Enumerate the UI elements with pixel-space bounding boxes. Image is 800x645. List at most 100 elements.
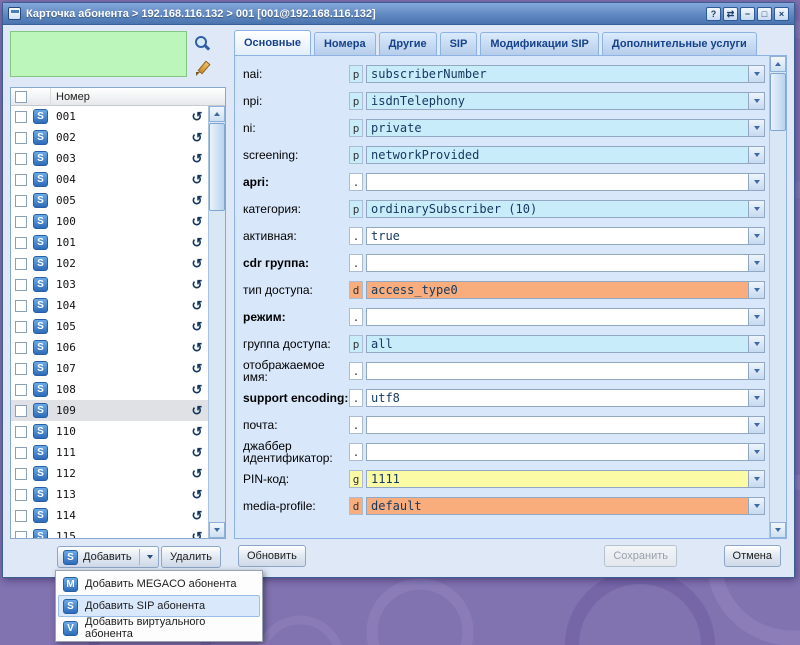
number-column-header[interactable]: Номер	[51, 88, 225, 105]
subscriber-row[interactable]: S102↺	[11, 253, 208, 274]
subscriber-row[interactable]: S002↺	[11, 127, 208, 148]
tab-1[interactable]: Основные	[234, 30, 311, 55]
history-icon[interactable]: ↺	[186, 109, 208, 125]
field-input[interactable]: access_type0	[366, 281, 748, 299]
help-button[interactable]: ?	[706, 7, 721, 21]
row-checkbox[interactable]	[15, 384, 27, 396]
subscriber-row[interactable]: S111↺	[11, 442, 208, 463]
field-input[interactable]	[366, 443, 748, 461]
dropdown-trigger[interactable]	[748, 389, 765, 407]
dropdown-trigger[interactable]	[748, 335, 765, 353]
history-icon[interactable]: ↺	[186, 235, 208, 251]
history-icon[interactable]: ↺	[186, 214, 208, 230]
history-icon[interactable]: ↺	[186, 382, 208, 398]
field-input[interactable]: subscriberNumber	[366, 65, 748, 83]
tab-4[interactable]: SIP	[440, 32, 478, 55]
row-checkbox[interactable]	[15, 300, 27, 312]
dropdown-trigger[interactable]	[748, 254, 765, 272]
history-icon[interactable]: ↺	[186, 445, 208, 461]
subscriber-row[interactable]: S004↺	[11, 169, 208, 190]
history-icon[interactable]: ↺	[186, 466, 208, 482]
dropdown-trigger[interactable]	[748, 119, 765, 137]
row-checkbox[interactable]	[15, 342, 27, 354]
row-checkbox[interactable]	[15, 216, 27, 228]
subscriber-row[interactable]: S106↺	[11, 337, 208, 358]
subscriber-row[interactable]: S115↺	[11, 526, 208, 538]
dropdown-trigger[interactable]	[748, 443, 765, 461]
tab-5[interactable]: Модификации SIP	[480, 32, 599, 55]
window-titlebar[interactable]: Карточка абонента > 192.168.116.132 > 00…	[3, 3, 794, 25]
field-input[interactable]: 1111	[366, 470, 748, 488]
dropdown-trigger[interactable]	[748, 308, 765, 326]
tab-3[interactable]: Другие	[379, 32, 437, 55]
row-checkbox[interactable]	[15, 531, 27, 539]
scrollbar-thumb[interactable]	[770, 73, 786, 131]
subscriber-row[interactable]: S112↺	[11, 463, 208, 484]
row-checkbox[interactable]	[15, 468, 27, 480]
row-checkbox[interactable]	[15, 258, 27, 270]
history-icon[interactable]: ↺	[186, 256, 208, 272]
dropdown-trigger[interactable]	[748, 146, 765, 164]
add-button[interactable]: S Добавить	[57, 546, 159, 568]
dropdown-trigger[interactable]	[748, 497, 765, 515]
swap-button[interactable]: ⇄	[723, 7, 738, 21]
cancel-button[interactable]: Отмена	[724, 545, 781, 567]
select-all-checkbox[interactable]	[15, 91, 27, 103]
subscriber-row[interactable]: S005↺	[11, 190, 208, 211]
history-icon[interactable]: ↺	[186, 340, 208, 356]
tab-2[interactable]: Номера	[314, 32, 376, 55]
maximize-button[interactable]: □	[757, 7, 772, 21]
subscriber-row[interactable]: S110↺	[11, 421, 208, 442]
field-input[interactable]: ordinarySubscriber (10)	[366, 200, 748, 218]
dropdown-trigger[interactable]	[748, 92, 765, 110]
field-input[interactable]: utf8	[366, 389, 748, 407]
history-icon[interactable]: ↺	[186, 298, 208, 314]
dropdown-trigger[interactable]	[748, 65, 765, 83]
edit-button[interactable]	[193, 60, 211, 78]
subscriber-row[interactable]: S107↺	[11, 358, 208, 379]
subscriber-row[interactable]: S113↺	[11, 484, 208, 505]
history-icon[interactable]: ↺	[186, 403, 208, 419]
subscriber-row[interactable]: S001↺	[11, 106, 208, 127]
dropdown-trigger[interactable]	[748, 362, 765, 380]
menu-item[interactable]: MДобавить MEGACO абонента	[58, 573, 260, 595]
filter-input[interactable]	[10, 31, 187, 77]
subscriber-row[interactable]: S003↺	[11, 148, 208, 169]
row-checkbox[interactable]	[15, 237, 27, 249]
history-icon[interactable]: ↺	[186, 319, 208, 335]
field-input[interactable]	[366, 254, 748, 272]
delete-button[interactable]: Удалить	[161, 546, 221, 568]
subscriber-row[interactable]: S103↺	[11, 274, 208, 295]
refresh-button[interactable]: Обновить	[238, 545, 306, 567]
history-icon[interactable]: ↺	[186, 424, 208, 440]
row-checkbox[interactable]	[15, 426, 27, 438]
field-input[interactable]	[366, 173, 748, 191]
menu-item[interactable]: VДобавить виртуального абонента	[58, 617, 260, 639]
row-checkbox[interactable]	[15, 447, 27, 459]
field-input[interactable]: all	[366, 335, 748, 353]
history-icon[interactable]: ↺	[186, 172, 208, 188]
subscriber-row[interactable]: S108↺	[11, 379, 208, 400]
subscriber-row[interactable]: S104↺	[11, 295, 208, 316]
field-input[interactable]: true	[366, 227, 748, 245]
chevron-down-icon[interactable]	[147, 555, 153, 559]
scroll-down-icon[interactable]	[770, 522, 786, 538]
dropdown-trigger[interactable]	[748, 227, 765, 245]
scroll-down-icon[interactable]	[209, 522, 225, 538]
subscriber-row[interactable]: S105↺	[11, 316, 208, 337]
dropdown-trigger[interactable]	[748, 416, 765, 434]
scroll-up-icon[interactable]	[209, 106, 225, 122]
row-checkbox[interactable]	[15, 321, 27, 333]
list-scrollbar[interactable]	[208, 106, 225, 538]
tab-6[interactable]: Дополнительные услуги	[602, 32, 757, 55]
row-checkbox[interactable]	[15, 111, 27, 123]
row-checkbox[interactable]	[15, 510, 27, 522]
subscriber-row[interactable]: S114↺	[11, 505, 208, 526]
scroll-up-icon[interactable]	[770, 56, 786, 72]
history-icon[interactable]: ↺	[186, 151, 208, 167]
history-icon[interactable]: ↺	[186, 361, 208, 377]
history-icon[interactable]: ↺	[186, 487, 208, 503]
row-checkbox[interactable]	[15, 363, 27, 375]
row-checkbox[interactable]	[15, 174, 27, 186]
field-input[interactable]	[366, 416, 748, 434]
